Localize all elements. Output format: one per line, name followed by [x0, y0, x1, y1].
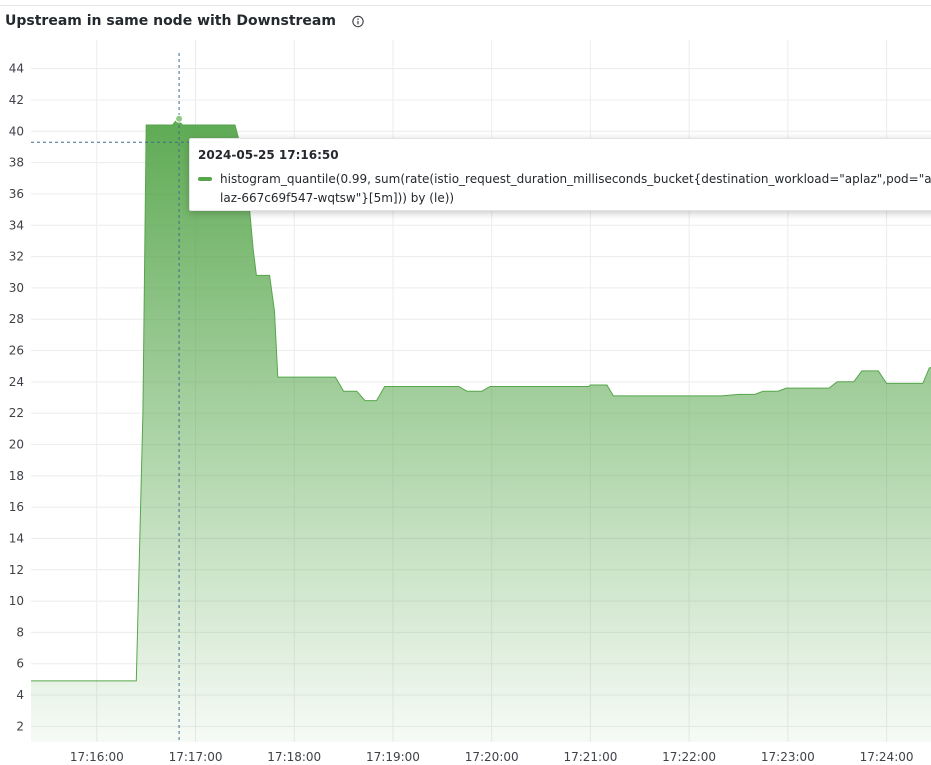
tooltip-series-label: histogram_quantile(0.99, sum(rate(istio_… [220, 172, 931, 205]
x-tick-label: 17:16:00 [70, 750, 124, 764]
y-tick-label: 12 [9, 563, 24, 577]
y-tick-label: 20 [9, 437, 24, 451]
y-tick-label: 6 [16, 657, 24, 671]
x-tick-label: 17:17:00 [169, 750, 223, 764]
x-tick-label: 17:24:00 [860, 750, 914, 764]
hover-tooltip: 2024-05-25 17:16:50 histogram_quantile(0… [189, 138, 931, 211]
y-tick-label: 42 [9, 93, 24, 107]
y-tick-label: 40 [9, 124, 24, 138]
y-tick-label: 34 [9, 218, 24, 232]
y-tick-label: 22 [9, 406, 24, 420]
hover-point-marker [175, 114, 184, 123]
x-tick-label: 17:21:00 [563, 750, 617, 764]
y-tick-label: 2 [16, 719, 24, 733]
tooltip-series-row: histogram_quantile(0.99, sum(rate(istio_… [198, 170, 931, 208]
y-tick-label: 26 [9, 344, 24, 358]
y-tick-label: 36 [9, 187, 24, 201]
y-tick-label: 10 [9, 594, 24, 608]
y-tick-label: 30 [9, 281, 24, 295]
tooltip-time: 2024-05-25 17:16:50 [198, 148, 339, 162]
y-tick-label: 16 [9, 500, 24, 514]
x-tick-label: 17:19:00 [366, 750, 420, 764]
x-tick-label: 17:22:00 [662, 750, 716, 764]
x-tick-label: 17:18:00 [267, 750, 321, 764]
y-tick-label: 44 [9, 62, 24, 76]
y-tick-label: 4 [16, 688, 24, 702]
x-tick-label: 17:23:00 [761, 750, 815, 764]
x-tick-label: 17:20:00 [465, 750, 519, 764]
y-tick-label: 28 [9, 312, 24, 326]
y-tick-label: 32 [9, 250, 24, 264]
chart-area[interactable]: 2468101214161820222426283032343638404244… [0, 0, 931, 765]
y-tick-label: 38 [9, 156, 24, 170]
y-tick-label: 24 [9, 375, 24, 389]
series-area-fill [31, 118, 931, 743]
y-tick-label: 8 [16, 625, 24, 639]
y-tick-label: 18 [9, 469, 24, 483]
y-tick-label: 14 [9, 531, 24, 545]
series-color-swatch [198, 177, 212, 181]
